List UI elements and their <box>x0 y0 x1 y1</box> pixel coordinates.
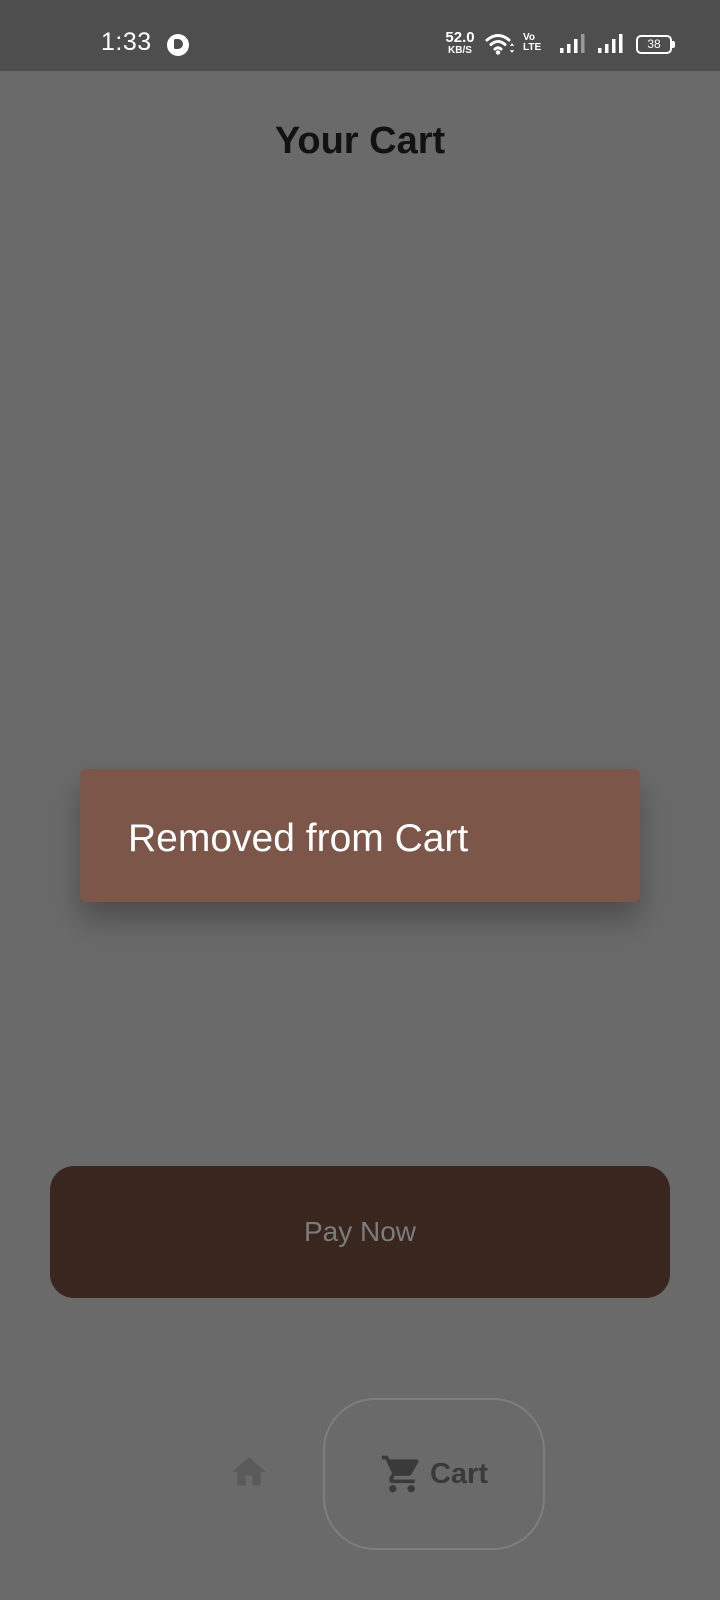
home-icon[interactable] <box>228 1452 270 1492</box>
nav-item-cart[interactable]: Cart <box>323 1398 545 1550</box>
status-bar: 1:33 52.0 KB/S Vo LTE 38 <box>0 0 720 71</box>
network-speed: 52.0 KB/S <box>442 30 478 56</box>
wifi-icon <box>485 34 514 55</box>
nav-cart-label: Cart <box>429 1457 488 1490</box>
status-time: 1:33 <box>101 28 152 56</box>
snackbar-message: Removed from Cart <box>128 817 469 860</box>
page-title: Your Cart <box>274 120 446 162</box>
network-speed-value: 52.0 <box>445 29 475 46</box>
app-notification-icon <box>167 34 189 56</box>
cart-icon <box>381 1455 419 1493</box>
battery-icon: 38 <box>636 35 675 54</box>
signal-icon <box>560 34 585 53</box>
volte-bottom-label: LTE <box>523 42 542 53</box>
pay-now-button[interactable]: Pay Now <box>50 1166 670 1298</box>
signal-icon <box>598 34 623 53</box>
bottom-navigation: Cart <box>0 1390 720 1560</box>
volte-icon: Vo LTE <box>523 33 541 53</box>
network-speed-unit: KB/S <box>448 45 472 56</box>
snackbar: Removed from Cart <box>80 769 640 902</box>
